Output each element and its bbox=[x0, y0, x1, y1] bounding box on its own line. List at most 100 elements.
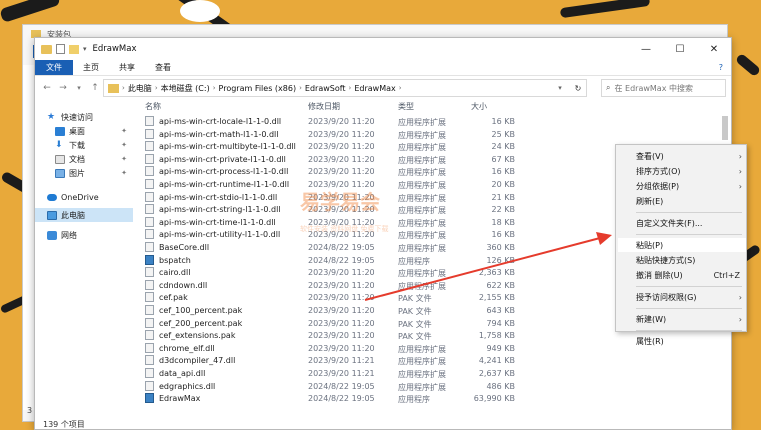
tab-share[interactable]: 共享 bbox=[109, 60, 145, 75]
status-item-count: 139 个项目 bbox=[43, 420, 85, 429]
column-headers: 名称 修改日期 类型 大小 bbox=[137, 99, 623, 113]
column-header-date[interactable]: 修改日期 bbox=[308, 101, 340, 112]
breadcrumb-edrawmax[interactable]: EdrawMax bbox=[354, 84, 395, 93]
sidebar-item-documents[interactable]: 文档 ✦ bbox=[47, 152, 133, 166]
sidebar-item-quick-access[interactable]: ★ 快速访问 bbox=[47, 110, 133, 124]
chevron-right-icon[interactable]: › bbox=[399, 84, 402, 92]
file-type: 应用程序扩展 bbox=[398, 281, 446, 291]
file-row[interactable]: api-ms-win-crt-stdio-l1-1-0.dll 2023/9/20… bbox=[137, 191, 623, 204]
tab-view[interactable]: 查看 bbox=[145, 60, 181, 75]
recent-locations-icon[interactable]: ▾ bbox=[73, 84, 85, 92]
maximize-button[interactable]: ☐ bbox=[663, 38, 697, 60]
chevron-down-icon[interactable]: ▾ bbox=[553, 84, 567, 92]
context-menu-item[interactable]: 刷新(E) bbox=[618, 194, 746, 208]
sidebar-item-downloads[interactable]: ⬇ 下载 ✦ bbox=[47, 138, 133, 152]
file-date: 2024/8/22 19:05 bbox=[308, 394, 375, 404]
file-size: 21 KB bbox=[491, 192, 515, 202]
file-row[interactable]: cef.pak 2023/9/20 11:20 PAK 文件 2,155 KB bbox=[137, 291, 623, 304]
context-menu-item[interactable]: 分组依据(P) › bbox=[618, 179, 746, 193]
sidebar-item-onedrive[interactable]: OneDrive bbox=[47, 190, 133, 204]
address-bar[interactable]: › 此电脑 › 本地磁盘 (C:) › Program Files (x86) … bbox=[103, 79, 587, 97]
breadcrumb-local-disk[interactable]: 本地磁盘 (C:) bbox=[161, 83, 210, 94]
column-header-name[interactable]: 名称 bbox=[145, 101, 161, 112]
properties-icon[interactable] bbox=[56, 44, 65, 54]
context-menu-item[interactable]: 新建(W) › bbox=[618, 312, 746, 326]
scrollbar-thumb[interactable] bbox=[722, 116, 728, 140]
file-row[interactable]: edgraphics.dll 2024/8/22 19:05 应用程序扩展 486 K… bbox=[137, 380, 623, 393]
application-icon bbox=[145, 254, 154, 265]
breadcrumb-this-pc[interactable]: 此电脑 bbox=[128, 83, 152, 94]
refresh-icon[interactable]: ↻ bbox=[570, 84, 586, 93]
star-icon: ★ bbox=[47, 112, 56, 122]
sidebar-item-this-pc[interactable]: 此电脑 bbox=[35, 208, 133, 222]
context-menu-item[interactable]: 粘贴(P) bbox=[618, 238, 746, 252]
file-size: 22 KB bbox=[491, 205, 515, 215]
file-name: api-ms-win-crt-locale-l1-1-0.dll bbox=[159, 117, 282, 126]
sidebar-item-network[interactable]: 网络 bbox=[47, 228, 133, 242]
sidebar-item-label: 下载 bbox=[69, 140, 85, 150]
file-type: 应用程序扩展 bbox=[398, 218, 446, 228]
file-name: cef_extensions.pak bbox=[159, 331, 236, 341]
file-row[interactable]: bspatch 2024/8/22 19:05 应用程序 126 KB bbox=[137, 254, 623, 267]
context-menu-item[interactable]: 授予访问权限(G) › bbox=[618, 290, 746, 304]
chevron-right-icon[interactable]: › bbox=[122, 84, 125, 92]
file-row[interactable]: api-ms-win-crt-process-l1-1-0.dll 2023/9/… bbox=[137, 165, 623, 178]
context-menu-item[interactable]: 查看(V) › bbox=[618, 149, 746, 163]
up-arrow-icon[interactable]: ↑ bbox=[89, 83, 101, 93]
file-name: api-ms-win-crt-stdio-l1-1-0.dll bbox=[159, 192, 278, 202]
chevron-right-icon[interactable]: › bbox=[349, 84, 352, 92]
background-shape bbox=[180, 0, 220, 22]
file-size: 486 KB bbox=[486, 381, 515, 391]
file-row[interactable]: api-ms-win-crt-math-l1-1-0.dll 2023/9/20 … bbox=[137, 128, 623, 141]
file-row[interactable]: EdrawMax 2024/8/22 19:05 应用程序 63,990 KB bbox=[137, 392, 623, 405]
file-row[interactable]: d3dcompiler_47.dll 2023/9/20 11:21 应用程序扩展 4… bbox=[137, 354, 623, 367]
file-row[interactable]: api-ms-win-crt-multibyte-l1-1-0.dll 2023/… bbox=[137, 140, 623, 153]
file-icon bbox=[145, 179, 154, 189]
search-input[interactable]: ⌕ 在 EdrawMax 中搜索 bbox=[601, 79, 726, 97]
file-type: PAK 文件 bbox=[398, 332, 432, 342]
breadcrumb-edrawsoft[interactable]: EdrawSoft bbox=[305, 84, 346, 93]
help-icon[interactable]: ? bbox=[719, 60, 723, 75]
back-arrow-icon[interactable]: ← bbox=[41, 83, 53, 93]
file-row[interactable]: cairo.dll 2023/9/20 11:20 应用程序扩展 2,363 KB bbox=[137, 266, 623, 279]
new-folder-icon[interactable] bbox=[69, 44, 79, 54]
file-type: 应用程序扩展 bbox=[398, 206, 446, 216]
sidebar-item-label: 此电脑 bbox=[61, 210, 85, 220]
chevron-right-icon[interactable]: › bbox=[213, 84, 216, 92]
close-button[interactable]: ✕ bbox=[697, 38, 731, 60]
context-menu-item[interactable]: 属性(R) bbox=[618, 334, 746, 348]
file-row[interactable]: api-ms-win-crt-locale-l1-1-0.dll 2023/9/2… bbox=[137, 115, 623, 128]
column-header-size[interactable]: 大小 bbox=[471, 101, 487, 112]
folder-icon[interactable] bbox=[41, 44, 52, 54]
tab-home[interactable]: 主页 bbox=[73, 60, 109, 75]
file-row[interactable]: cef_extensions.pak 2023/9/20 11:20 PAK 文件 1… bbox=[137, 329, 623, 342]
file-row[interactable]: api-ms-win-crt-runtime-l1-1-0.dll 2023/9/… bbox=[137, 178, 623, 191]
file-icon bbox=[145, 216, 154, 227]
file-row[interactable]: api-ms-win-crt-private-l1-1-0.dll 2023/9/… bbox=[137, 153, 623, 166]
file-row[interactable]: BaseCore.dll 2024/8/22 19:05 应用程序扩展 360 KB bbox=[137, 241, 623, 254]
minimize-button[interactable]: — bbox=[629, 38, 663, 60]
chevron-down-icon[interactable]: ▾ bbox=[83, 45, 87, 53]
context-menu-item[interactable]: 自定义文件夹(F)... bbox=[618, 216, 746, 230]
context-menu-item[interactable]: 撤消 删除(U) Ctrl+Z bbox=[618, 268, 746, 282]
file-row[interactable]: chrome_elf.dll 2023/9/20 11:20 应用程序扩展 949 K… bbox=[137, 342, 623, 355]
chevron-right-icon[interactable]: › bbox=[299, 84, 302, 92]
sidebar-item-pictures[interactable]: 图片 ✦ bbox=[47, 166, 133, 180]
sidebar-item-desktop[interactable]: 桌面 ✦ bbox=[47, 124, 133, 138]
menu-item-label: 刷新(E) bbox=[636, 196, 664, 206]
file-row[interactable]: cef_200_percent.pak 2023/9/20 11:20 PAK 文件… bbox=[137, 317, 623, 330]
file-name: edgraphics.dll bbox=[159, 381, 216, 391]
file-date: 2023/9/20 11:21 bbox=[308, 356, 375, 366]
file-row[interactable]: data_api.dll 2023/9/20 11:21 应用程序扩展 2,637 K… bbox=[137, 367, 623, 380]
file-row[interactable]: api-ms-win-crt-string-l1-1-0.dll 2023/9/2… bbox=[137, 203, 623, 216]
file-list[interactable]: 名称 修改日期 类型 大小 api-ms-win-crt-locale-l1-1… bbox=[137, 99, 623, 412]
tab-file[interactable]: 文件 bbox=[35, 60, 73, 75]
breadcrumb-program-files[interactable]: Program Files (x86) bbox=[219, 84, 297, 93]
forward-arrow-icon[interactable]: → bbox=[57, 83, 69, 93]
file-row[interactable]: cdndown.dll 2023/9/20 11:20 应用程序扩展 622 KB bbox=[137, 279, 623, 292]
chevron-right-icon[interactable]: › bbox=[155, 84, 158, 92]
context-menu-item[interactable]: 粘贴快捷方式(S) bbox=[618, 253, 746, 267]
context-menu-item[interactable]: 排序方式(O) › bbox=[618, 164, 746, 178]
file-row[interactable]: cef_100_percent.pak 2023/9/20 11:20 PAK 文件… bbox=[137, 304, 623, 317]
column-header-type[interactable]: 类型 bbox=[398, 101, 414, 112]
